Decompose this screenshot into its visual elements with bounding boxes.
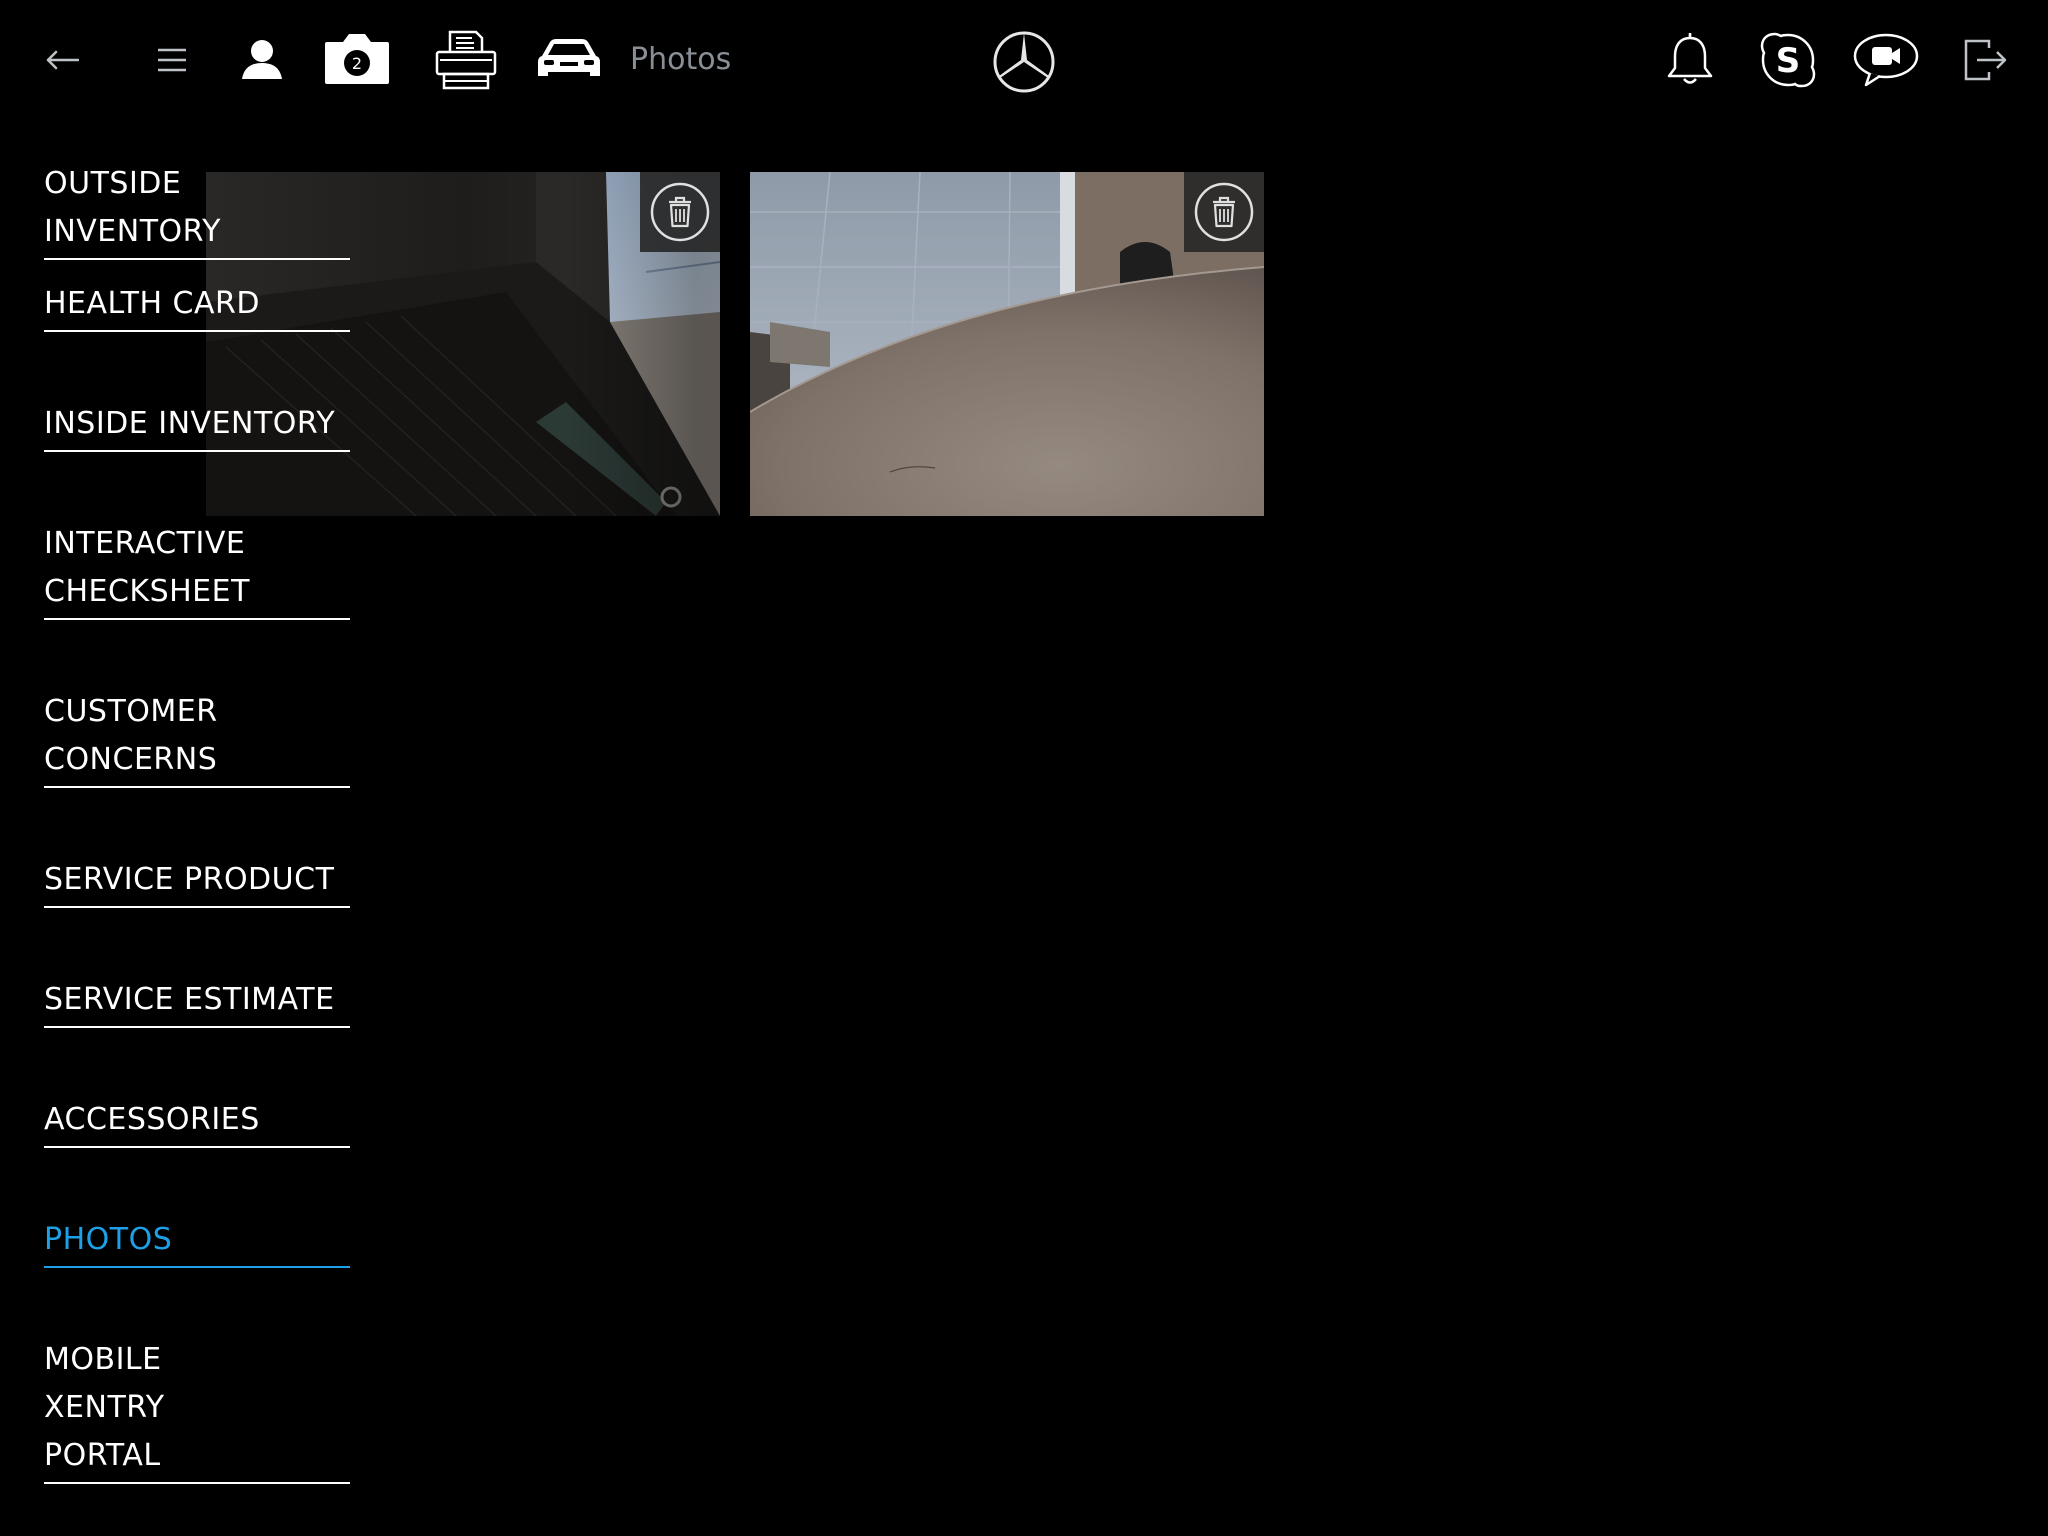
- hamburger-menu-icon: [158, 48, 186, 72]
- svg-text:S: S: [1776, 41, 1801, 81]
- sidebar-item-mobile-xentry-portal[interactable]: MOBILE XENTRY PORTAL: [44, 1336, 350, 1484]
- video-chat-icon: [1853, 33, 1919, 87]
- person-icon: [242, 40, 282, 79]
- mercedes-star-logo: [993, 31, 1055, 93]
- trash-icon: [650, 182, 710, 242]
- delete-photo-2-button[interactable]: [1184, 172, 1264, 252]
- page-title: Photos: [630, 42, 732, 77]
- top-toolbar: 2 Photos S: [0, 0, 2048, 120]
- back-button[interactable]: [36, 34, 88, 86]
- printer-icon: [435, 30, 497, 90]
- camera-button[interactable]: 2: [320, 28, 394, 90]
- notifications-button[interactable]: [1660, 28, 1720, 90]
- sidebar-item-health-card[interactable]: HEALTH CARD: [44, 280, 350, 332]
- video-chat-button[interactable]: [1850, 28, 1922, 92]
- back-arrow-icon: [46, 50, 79, 70]
- car-icon: [538, 39, 600, 76]
- photo-thumbnail-2[interactable]: [750, 172, 1264, 516]
- vehicle-button[interactable]: [532, 28, 606, 88]
- print-button[interactable]: [430, 24, 502, 96]
- sidebar-item-accessories[interactable]: ACCESSORIES: [44, 1096, 350, 1148]
- camera-icon: 2: [325, 34, 389, 84]
- skype-icon: S: [1760, 32, 1816, 88]
- sidebar-item-outside-inventory[interactable]: OUTSIDE INVENTORY: [44, 160, 350, 260]
- customer-button[interactable]: [232, 30, 292, 90]
- camera-badge-count: 2: [352, 54, 362, 73]
- mercedes-logo: [990, 28, 1058, 96]
- logout-icon: [1964, 39, 2007, 81]
- sidebar-item-inside-inventory[interactable]: INSIDE INVENTORY: [44, 400, 350, 452]
- trash-icon: [1194, 182, 1254, 242]
- sidebar-item-photos[interactable]: PHOTOS: [44, 1216, 350, 1268]
- sidebar-item-interactive-checksheet[interactable]: INTERACTIVE CHECKSHEET: [44, 520, 350, 620]
- menu-button[interactable]: [146, 34, 198, 86]
- sidebar-item-service-estimate[interactable]: SERVICE ESTIMATE: [44, 976, 350, 1028]
- delete-photo-1-button[interactable]: [640, 172, 720, 252]
- bell-icon: [1667, 33, 1713, 84]
- sidebar-item-service-product[interactable]: SERVICE PRODUCT: [44, 856, 350, 908]
- sidebar-item-customer-concerns[interactable]: CUSTOMER CONCERNS: [44, 688, 350, 788]
- logout-button[interactable]: [1960, 34, 2010, 86]
- skype-button[interactable]: S: [1756, 28, 1820, 92]
